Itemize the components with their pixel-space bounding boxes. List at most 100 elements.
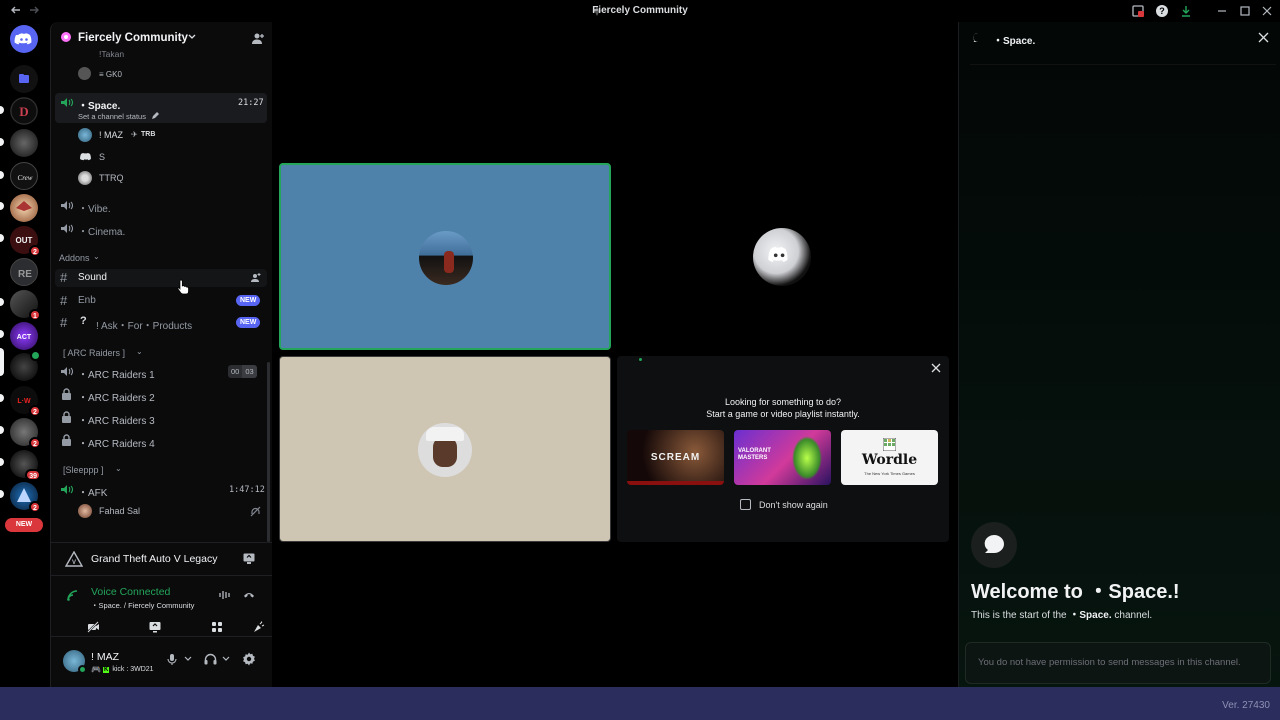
server-icon-13[interactable]: 2 [10, 482, 41, 513]
voice-user[interactable]: S [51, 150, 273, 166]
voice-user[interactable]: !Takan [51, 49, 273, 61]
server-icon-12[interactable]: 39 [10, 450, 41, 481]
voice-channel-arc-raiders-1[interactable]: ・ARC Raiders 1 00 03 [51, 365, 273, 381]
help-icon[interactable]: ? [1155, 4, 1169, 18]
voice-channel-arc-raiders-4[interactable]: ・ARC Raiders 4 [51, 434, 273, 450]
close-icon[interactable] [930, 362, 942, 374]
signal-icon[interactable] [67, 590, 78, 601]
participant-tile[interactable] [279, 356, 611, 542]
channel-start-text: This is the start of the ・Space. channel… [971, 610, 1153, 621]
unread-pill [0, 426, 4, 434]
server-icon-11[interactable]: 2 [10, 418, 41, 449]
server-icon-4[interactable] [10, 194, 38, 222]
bottom-bar: Ver. 27430 [0, 687, 1280, 720]
mouse-cursor-icon [177, 279, 189, 295]
username[interactable]: ! MAZ [91, 651, 119, 663]
voice-channel-arc-raiders-3[interactable]: ・ARC Raiders 3 [51, 411, 273, 427]
participant-tile-speaking[interactable] [279, 163, 611, 350]
game-name: Grand Theft Auto V Legacy [91, 553, 218, 565]
close-window-icon[interactable] [1260, 4, 1274, 18]
channel-timer: 1:47:12 [229, 485, 265, 495]
voice-location[interactable]: ・Space. / Fiercely Community [91, 600, 194, 611]
server-rail: D Crew OUT 2 RE 1 ACT L·W 2 2 39 2 NEW [0, 22, 50, 687]
activity-dot-icon [639, 358, 642, 361]
voice-channel-vibe[interactable]: ・Vibe. [51, 199, 273, 215]
unread-pill [0, 458, 4, 466]
pencil-icon[interactable] [151, 112, 159, 120]
inbox-icon[interactable] [1131, 4, 1145, 18]
audio-options-chevron-icon[interactable] [222, 655, 230, 663]
unread-pill [0, 330, 4, 338]
scream-activity-card[interactable]: SCREAM [627, 430, 724, 485]
category-arc-raiders[interactable]: [ ARC Raiders ] ⌄ [51, 347, 273, 360]
minimize-icon[interactable] [1215, 4, 1229, 18]
invite-people-icon[interactable] [251, 31, 265, 45]
noise-suppression-icon[interactable] [219, 590, 231, 600]
server-boost-icon [60, 31, 72, 43]
lock-icon [61, 434, 72, 446]
channel-name: ・Space. [78, 101, 121, 112]
stream-game-icon[interactable] [243, 553, 255, 564]
participant-avatar [419, 231, 473, 285]
server-icon-3[interactable]: Crew [10, 162, 38, 190]
discord-default-avatar-icon [753, 228, 811, 286]
avatar[interactable] [63, 650, 87, 674]
server-icon-7[interactable]: 1 [10, 290, 41, 321]
server-icon-6[interactable]: RE [10, 258, 38, 286]
scrollbar[interactable] [267, 362, 270, 542]
text-channel-sound[interactable]: # Sound [55, 269, 267, 287]
voice-status[interactable]: Voice Connected [91, 586, 170, 598]
server-icon-10[interactable]: L·W 2 [10, 386, 41, 417]
download-icon[interactable] [1179, 4, 1193, 18]
headphones-icon[interactable] [204, 653, 217, 665]
server-icon-5[interactable]: OUT 2 [10, 226, 41, 257]
maximize-icon[interactable] [1238, 4, 1252, 18]
soundboard-icon[interactable] [253, 621, 265, 633]
title-bar: Fiercely Community ? [0, 0, 1280, 22]
category-addons[interactable]: Addons ⌄ [51, 252, 273, 265]
voice-connection-panel: Voice Connected ・Space. / Fiercely Commu… [51, 575, 273, 635]
server-icon-9[interactable] [10, 350, 41, 381]
category-sleeppp[interactable]: [Sleeppp ] ⌄ [51, 464, 273, 477]
camera-off-icon[interactable] [87, 621, 99, 633]
disconnect-icon[interactable] [243, 590, 255, 600]
participant-tile[interactable] [617, 163, 949, 350]
custom-status[interactable]: 🎮 K kick : 3WD21 [91, 665, 154, 674]
mic-options-chevron-icon[interactable] [184, 655, 192, 663]
server-icon-d[interactable]: D [10, 97, 38, 125]
speaker-icon [60, 223, 73, 234]
folder-icon[interactable] [10, 65, 38, 93]
close-chat-icon[interactable] [1258, 32, 1269, 43]
voice-user[interactable]: ≡ GK0 [51, 67, 273, 81]
voice-user[interactable]: Fahad Sal [51, 504, 273, 520]
new-unreads-badge[interactable]: NEW [5, 518, 43, 532]
discord-avatar-icon [79, 152, 92, 163]
speaker-icon [60, 484, 73, 495]
voice-channel-arc-raiders-2[interactable]: ・ARC Raiders 2 [51, 388, 273, 404]
wordle-activity-card[interactable]: Wordle The New York Times Games [841, 430, 938, 485]
chevron-down-icon: ⌄ [115, 464, 122, 473]
dont-show-checkbox[interactable] [740, 499, 751, 510]
svg-text:?: ? [1159, 6, 1165, 16]
invite-icon[interactable] [250, 272, 261, 283]
lock-icon [61, 411, 72, 423]
discord-home-icon[interactable] [10, 25, 38, 53]
microphone-icon[interactable] [167, 653, 177, 666]
message-input-disabled[interactable]: You do not have permission to send messa… [965, 642, 1271, 684]
voice-channel-space[interactable]: ・Space. 21:27 Set a channel status [55, 93, 267, 123]
voice-channel-afk[interactable]: ・AFK 1:47:12 [51, 483, 273, 499]
activities-icon[interactable] [211, 621, 223, 633]
chevron-down-icon: ⌄ [136, 347, 143, 356]
text-channel-enb[interactable]: # Enb NEW [51, 293, 273, 310]
set-channel-status[interactable]: Set a channel status [78, 112, 146, 121]
voice-user[interactable]: ! MAZ ✈ TRB [51, 128, 273, 144]
server-icon-8[interactable]: ACT [10, 322, 38, 350]
screen-share-icon[interactable] [149, 621, 161, 633]
text-channel-ask-for-products[interactable]: # ? ! Ask・For・Products NEW [51, 315, 273, 332]
valorant-activity-card[interactable]: VALORANT MASTERS [734, 430, 831, 485]
settings-gear-icon[interactable] [242, 652, 256, 666]
voice-channel-cinema[interactable]: ・Cinema. [51, 222, 273, 238]
voice-user[interactable]: TTRQ [51, 171, 273, 187]
mention-badge: 1 [29, 309, 41, 321]
server-icon-2[interactable] [10, 129, 38, 157]
